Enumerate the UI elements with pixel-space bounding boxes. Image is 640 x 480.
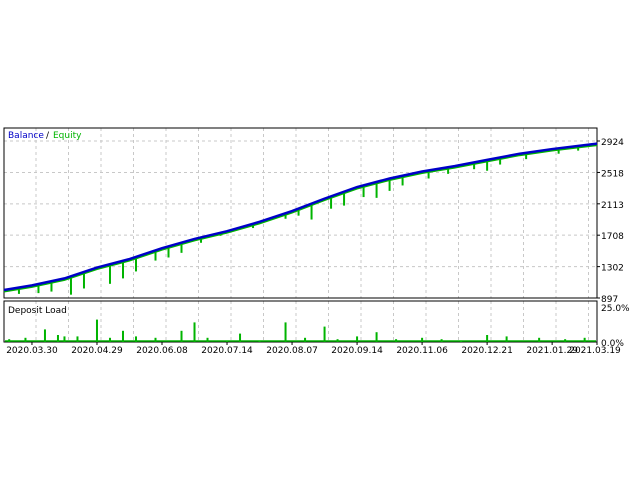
y-tick-label: 2924 <box>601 138 624 148</box>
deposit-load-bar <box>538 337 541 342</box>
deposit-load-bar <box>304 337 307 342</box>
deposit-load-bar <box>95 319 98 342</box>
deposit-load-bar <box>193 322 196 342</box>
deposit-load-bar <box>284 322 287 342</box>
deposit-load-bar <box>121 330 124 342</box>
deposit-load-title: Deposit Load <box>8 306 67 316</box>
y-tick-label: 2518 <box>601 169 624 179</box>
deposit-load-bar <box>258 340 261 342</box>
x-tick-label: 2020.12.21 <box>461 346 513 356</box>
deposit-load-bar <box>239 333 242 342</box>
deposit-load-bar <box>323 326 326 342</box>
deposit-load-bar <box>63 336 66 342</box>
deposit-load-bar <box>583 337 586 342</box>
x-axis: 2020.03.30 2020.04.29 2020.06.08 2020.07.14… <box>6 342 621 356</box>
x-tick-label: 2020.08.07 <box>266 346 318 356</box>
y-tick-label: 2113 <box>601 201 624 211</box>
y-tick-label: 1302 <box>601 264 624 274</box>
deposit-load-bar <box>486 335 489 342</box>
deposit-y-tick-min: 0.0% <box>601 339 624 349</box>
deposit-load-bar <box>56 335 59 342</box>
deposit-load-bar <box>421 337 424 342</box>
x-tick-label: 2020.03.30 <box>6 346 58 356</box>
deposit-load-bar <box>24 337 27 342</box>
deposit-load-bar <box>440 339 443 342</box>
balance-line <box>3 142 598 292</box>
chart-marks <box>3 142 598 342</box>
deposit-load-bar <box>43 329 46 342</box>
legend-balance: Balance <box>8 131 44 141</box>
deposit-load-bar <box>226 340 229 342</box>
deposit-load-bar <box>356 336 359 342</box>
deposit-load-bar <box>108 337 111 342</box>
deposit-load-bar <box>505 336 508 342</box>
deposit-load-bar <box>375 332 378 342</box>
balance-equity-chart: Balance / Equity Deposit Load 2924 2518 21… <box>3 127 630 356</box>
x-tick-label: 2020.11.06 <box>396 346 448 356</box>
deposit-load-bar <box>76 336 79 342</box>
deposit-plot-frame <box>3 300 598 343</box>
grid-lines <box>4 128 597 342</box>
deposit-load-bar <box>180 330 183 342</box>
deposit-load-bar <box>336 339 339 342</box>
legend-separator: / <box>46 131 50 141</box>
x-tick-label: 2020.09.14 <box>331 346 383 356</box>
deposit-y-tick-max: 25.0% <box>601 304 630 314</box>
deposit-load-bar <box>8 339 11 342</box>
x-tick-label: 2020.07.14 <box>201 346 253 356</box>
x-tick-label: 2020.04.29 <box>71 346 123 356</box>
y-axis: 29242518211317081302897 <box>597 138 624 305</box>
deposit-load-bar <box>134 336 137 342</box>
main-plot-frame <box>3 127 598 299</box>
y-tick-label: 1708 <box>601 232 624 242</box>
deposit-load-bar <box>460 340 463 342</box>
deposit-load-bar <box>564 339 567 342</box>
x-tick-label: 2020.06.08 <box>136 346 188 356</box>
deposit-load-bar <box>395 339 398 342</box>
deposit-load-bar <box>206 337 209 342</box>
deposit-load-bar <box>154 337 157 342</box>
legend-equity: Equity <box>53 131 82 141</box>
